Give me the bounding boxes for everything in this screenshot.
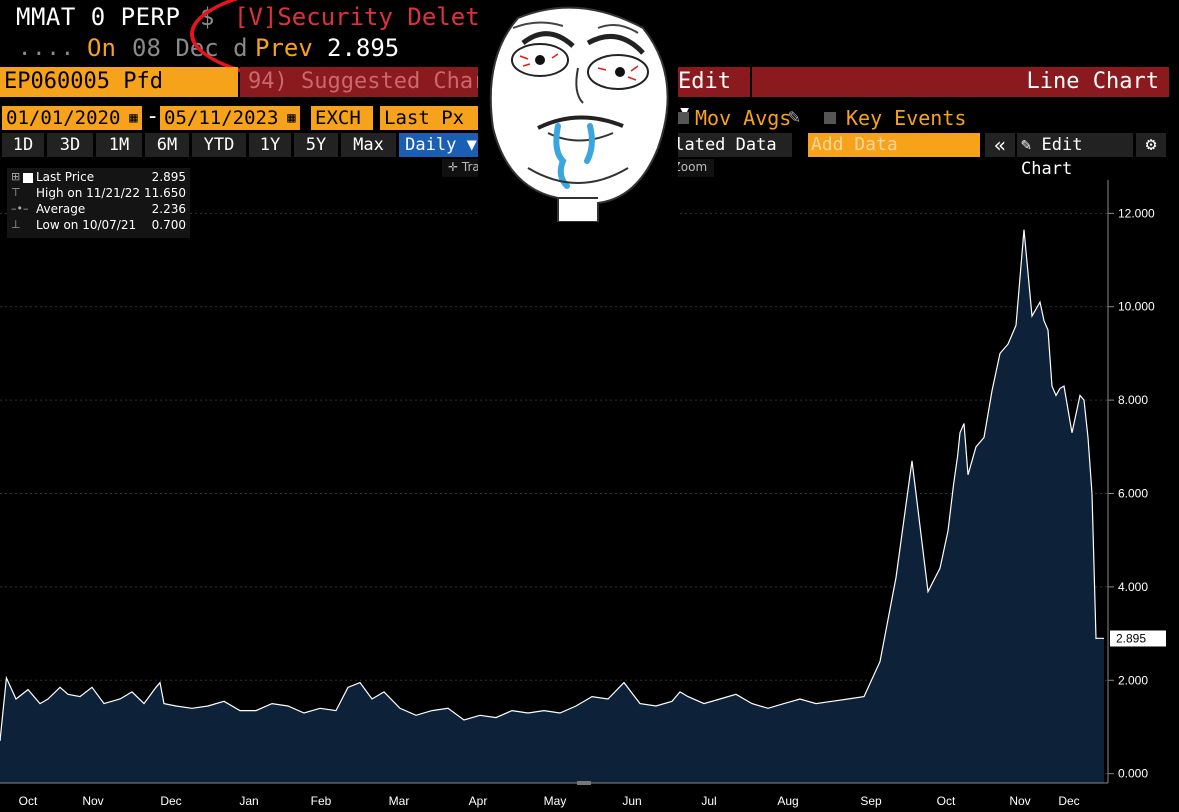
crosshair-icon: ✛ bbox=[448, 160, 462, 174]
x-tick-label: Sep bbox=[860, 794, 882, 808]
low-marker-icon: ⊥ bbox=[11, 218, 21, 231]
legend-row-average: –•– Average 2.236 bbox=[7, 202, 190, 218]
x-tick-label: Jul bbox=[701, 794, 716, 808]
legend-name: High on 11/21/22 bbox=[36, 186, 141, 200]
x-tick-label: Dec bbox=[160, 794, 181, 808]
key-events-checkbox[interactable] bbox=[824, 112, 836, 124]
y-tick-label: 0.000 bbox=[1118, 767, 1148, 781]
x-tick-label: Mar bbox=[389, 794, 410, 808]
y-tick-label: 4.000 bbox=[1118, 580, 1148, 594]
x-tick-label: Nov bbox=[1009, 794, 1030, 808]
x-tick-label: Nov bbox=[82, 794, 103, 808]
period-3d-button[interactable]: 3D bbox=[47, 133, 93, 157]
legend-value: 11.650 bbox=[144, 186, 186, 200]
y-tick-label: 8.000 bbox=[1118, 393, 1148, 407]
scroll-handle bbox=[577, 781, 591, 785]
period-1m-button[interactable]: 1M bbox=[96, 133, 142, 157]
average-marker-icon: –•– bbox=[11, 202, 29, 215]
high-marker-icon: ⊤ bbox=[11, 186, 21, 199]
key-events-label[interactable]: Key Events bbox=[846, 106, 966, 130]
last-value-label: 2.895 bbox=[1116, 631, 1146, 645]
y-tick-label: 6.000 bbox=[1118, 487, 1148, 501]
period-1y-button[interactable]: 1Y bbox=[249, 133, 291, 157]
y-axis-panel bbox=[1108, 180, 1179, 783]
legend-name: Last Price bbox=[36, 170, 95, 184]
on-label: On bbox=[87, 34, 116, 62]
pencil-icon: ✎ bbox=[1021, 135, 1042, 155]
rage-face-meme bbox=[478, 0, 678, 222]
legend-row-high: ⊤ High on 11/21/22 11.650 bbox=[7, 186, 190, 202]
edit-chart-button[interactable]: ✎ Edit Chart bbox=[1017, 133, 1133, 179]
y-tick-label: 12.000 bbox=[1118, 206, 1155, 220]
x-tick-label: Dec bbox=[1058, 794, 1079, 808]
y-tick-label: 2.000 bbox=[1118, 673, 1148, 687]
security-input[interactable]: EP060005 Pfd bbox=[0, 67, 238, 97]
add-data-input[interactable]: Add Data bbox=[808, 133, 980, 157]
mov-avgs-checkbox[interactable] bbox=[677, 112, 689, 124]
period-max-button[interactable]: Max bbox=[341, 133, 396, 157]
period-6m-button[interactable]: 6M bbox=[145, 133, 189, 157]
legend-value: 0.700 bbox=[151, 218, 186, 232]
legend-swatch-icon: ⊞ bbox=[11, 170, 21, 183]
calendar-icon[interactable]: ▦ bbox=[125, 106, 142, 130]
chart-type-title: Line Chart bbox=[752, 67, 1169, 97]
frequency-select[interactable]: Daily ▼ bbox=[399, 133, 483, 157]
price-chart[interactable]: 0.000 2.000 4.000 6.000 8.000 10.000 12.000 2.8… bbox=[0, 180, 1179, 812]
legend-row-low: ⊥ Low on 10/07/21 0.700 bbox=[7, 218, 190, 234]
period-5y-button[interactable]: 5Y bbox=[294, 133, 338, 157]
y-tick-label: 10.000 bbox=[1118, 300, 1155, 314]
end-date-input[interactable]: 05/11/2023 bbox=[160, 106, 283, 130]
legend-value: 2.895 bbox=[151, 170, 186, 184]
legend-row-last-price: ⊞ Last Price 2.895 bbox=[7, 170, 190, 186]
double-left-arrow-icon[interactable]: « bbox=[985, 133, 1015, 157]
mov-avgs-label[interactable]: Mov Avgs bbox=[695, 106, 791, 130]
exchange-field[interactable]: EXCH bbox=[311, 106, 373, 130]
x-tick-label: Jan bbox=[239, 794, 258, 808]
x-tick-label: Jun bbox=[622, 794, 641, 808]
x-tick-label: Oct bbox=[19, 794, 38, 808]
x-tick-label: Feb bbox=[311, 794, 332, 808]
edit-menu-button[interactable]: Edit ▾ bbox=[672, 67, 750, 124]
legend-value: 2.236 bbox=[151, 202, 186, 216]
ticker-title: MMAT 0 PERP bbox=[16, 3, 181, 31]
start-date-input[interactable]: 01/01/2020 bbox=[2, 106, 125, 130]
period-ytd-button[interactable]: YTD bbox=[192, 133, 246, 157]
chart-legend: ⊞ Last Price 2.895 ⊤ High on 11/21/22 11… bbox=[7, 168, 190, 238]
related-data-menu[interactable]: elated Data ▾ bbox=[660, 133, 792, 179]
pencil-icon[interactable]: ✎ bbox=[788, 104, 800, 128]
legend-name: Low on 10/07/21 bbox=[36, 218, 137, 232]
legend-name: Average bbox=[36, 202, 86, 216]
ellipsis-dots: .... bbox=[18, 36, 75, 61]
calendar-icon[interactable]: ▦ bbox=[283, 106, 300, 130]
x-tick-label: May bbox=[544, 794, 567, 808]
legend-swatch bbox=[23, 173, 33, 183]
x-tick-label: Oct bbox=[937, 794, 956, 808]
x-tick-label: Apr bbox=[469, 794, 488, 808]
gear-icon[interactable]: ⚙ bbox=[1136, 133, 1166, 157]
x-tick-label: Aug bbox=[777, 794, 798, 808]
period-1d-button[interactable]: 1D bbox=[2, 133, 44, 157]
date-separator: - bbox=[146, 104, 160, 129]
